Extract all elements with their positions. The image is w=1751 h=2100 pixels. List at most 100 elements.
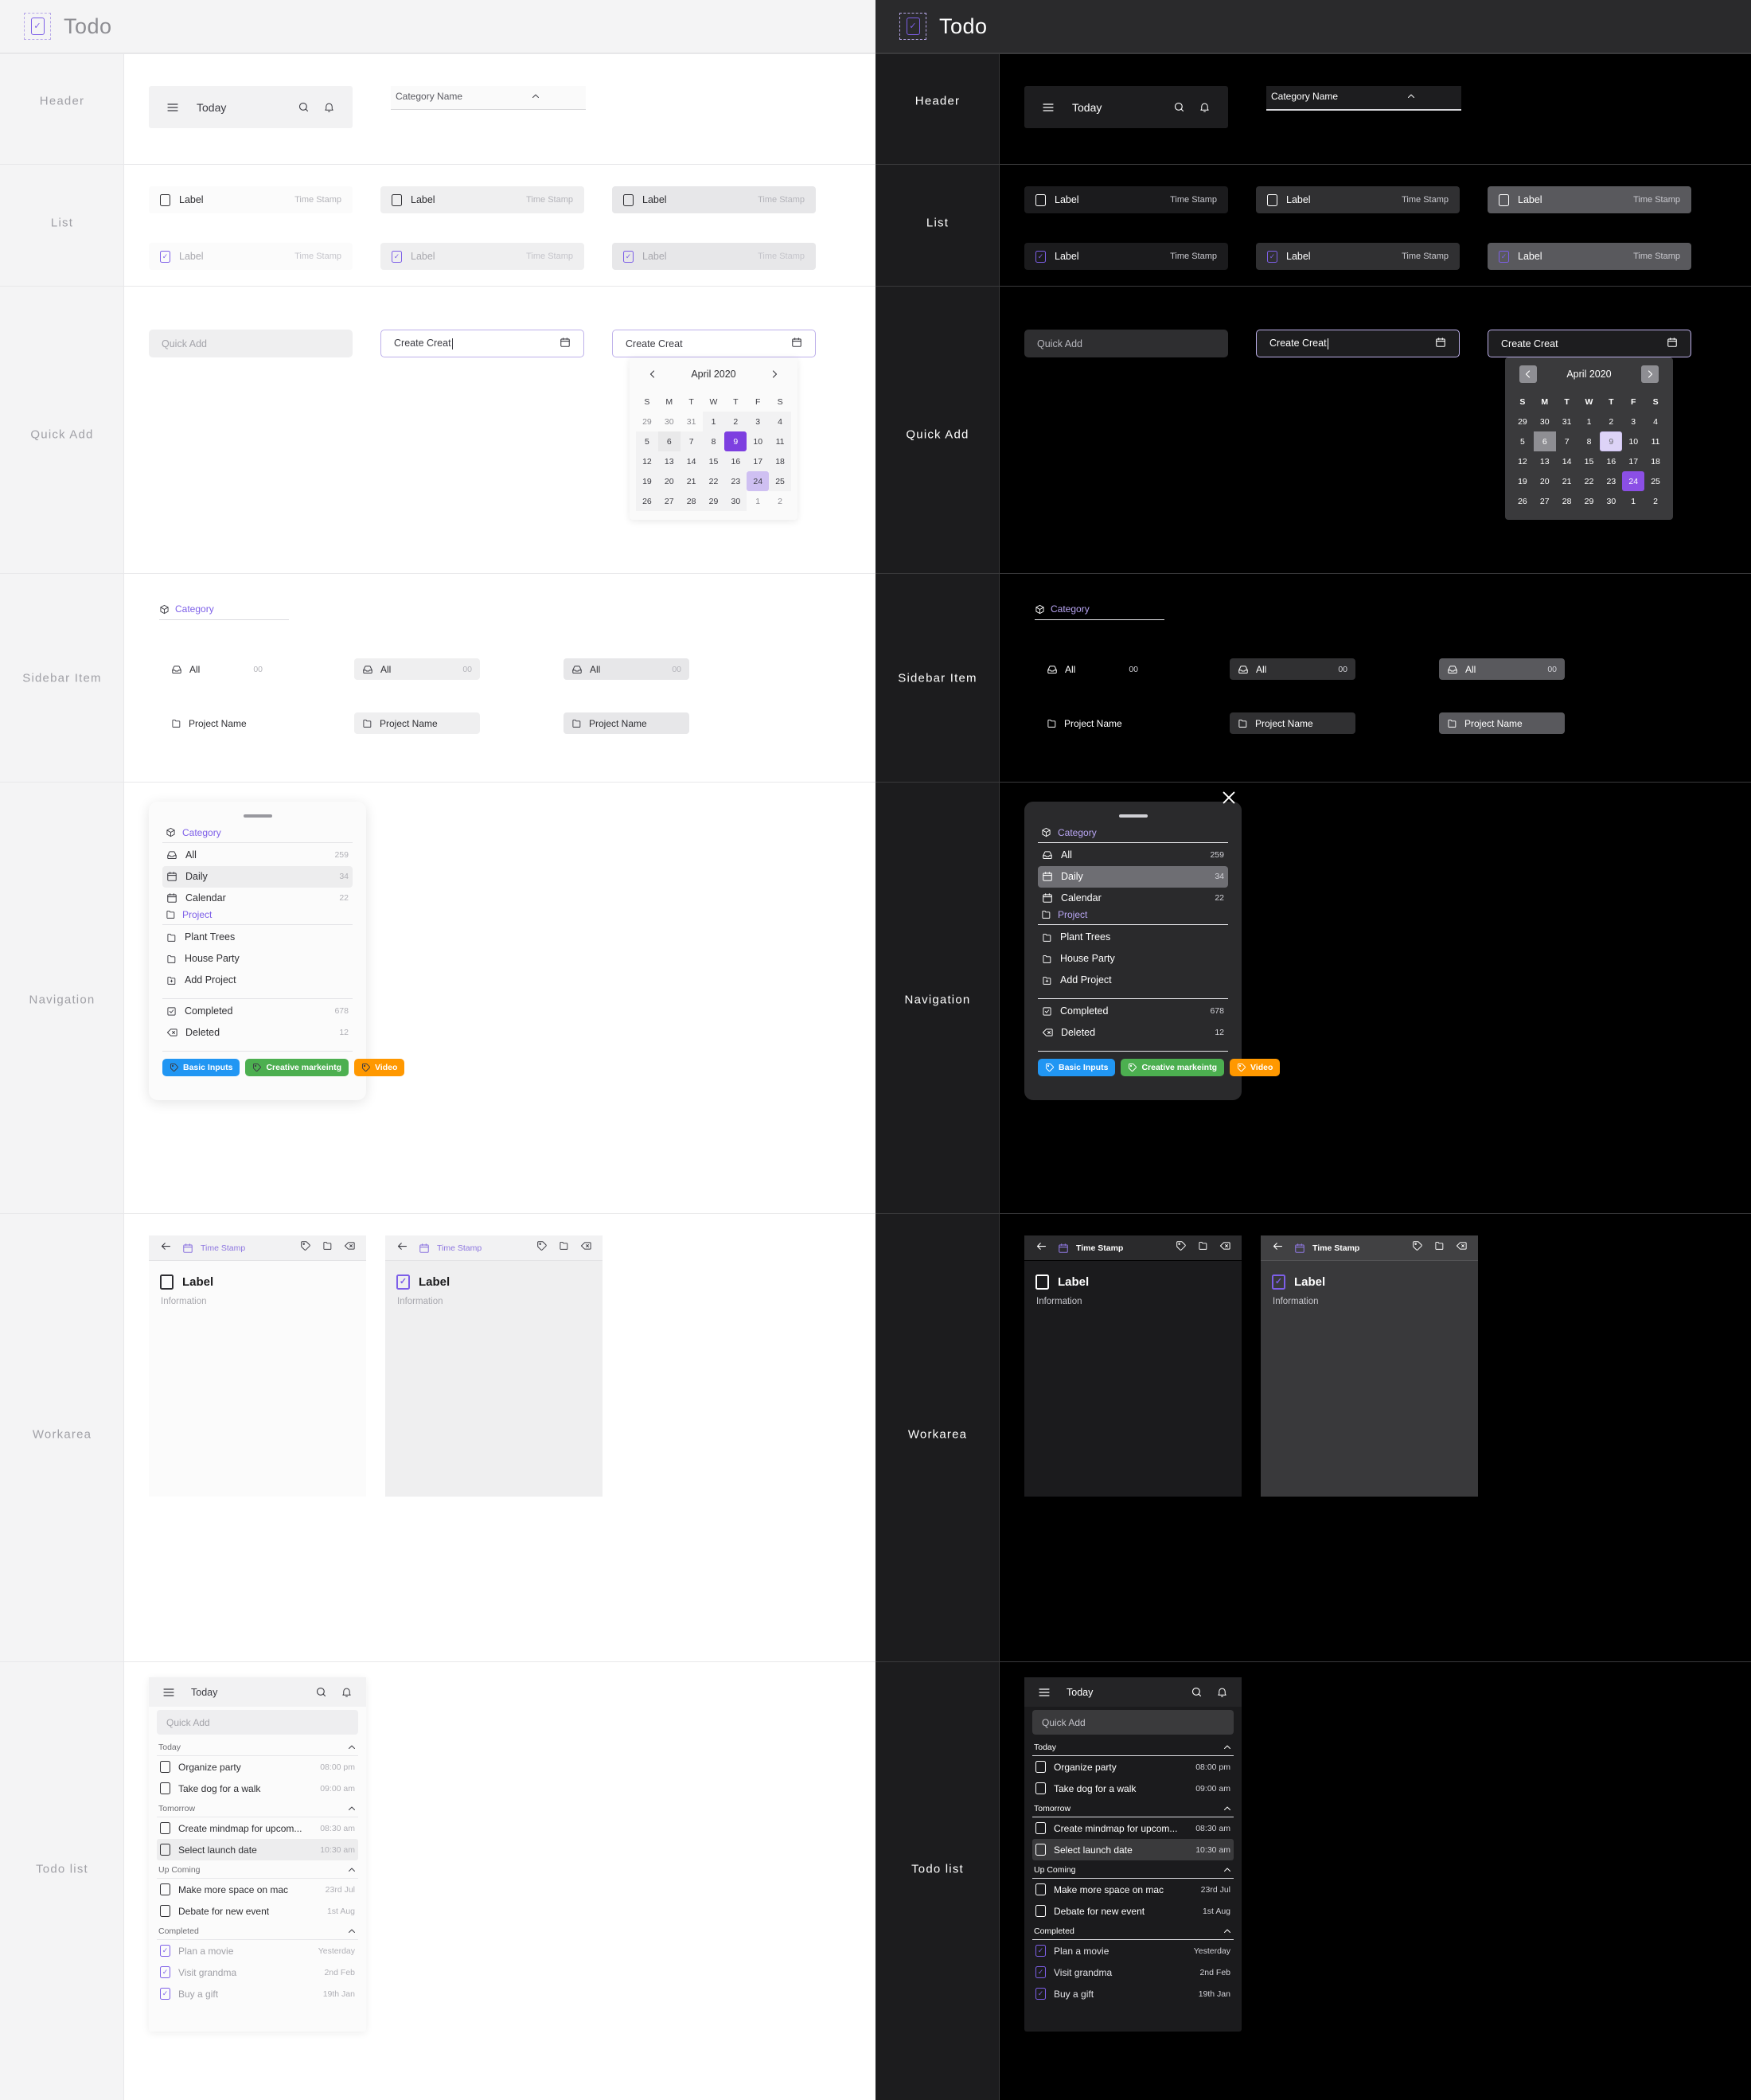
sidebar-item-all[interactable]: All 00 [1230,658,1355,680]
checkbox-checked-icon[interactable] [1035,1988,1046,2000]
back-button[interactable] [160,1240,172,1256]
calendar-day[interactable]: 9 [1600,431,1623,451]
nav-item-add-project[interactable]: Add Project [162,970,353,991]
checkbox-checked-icon[interactable] [160,1945,170,1957]
calendar-day[interactable]: 24 [1622,471,1645,491]
sidebar-item-project[interactable]: Project Name [354,712,480,734]
nav-item-daily[interactable]: Daily 34 [1038,865,1228,888]
calendar-day[interactable]: 30 [658,412,681,431]
calendar-day[interactable]: 23 [1600,471,1622,491]
calendar-day[interactable]: 22 [1578,471,1601,491]
calendar-day[interactable]: 3 [1622,412,1644,431]
todo-group-header[interactable]: Up Coming [157,1860,358,1878]
list-row[interactable]: Label Time Stamp [149,243,353,270]
checkbox-icon[interactable] [1035,1844,1046,1856]
calendar-day[interactable]: 16 [724,451,747,471]
delete-button[interactable] [580,1240,591,1255]
calendar-day[interactable]: 13 [1534,451,1556,471]
tag-chip[interactable]: Basic Inputs [1038,1058,1116,1076]
list-row[interactable]: Label Time Stamp [1024,243,1228,270]
nav-item-plant-trees[interactable]: Plant Trees [1038,927,1228,948]
calendar-day[interactable]: 18 [769,451,791,471]
calendar-day[interactable]: 18 [1644,451,1667,471]
todo-group-header[interactable]: Tomorrow [1032,1799,1234,1817]
drag-handle[interactable] [243,814,272,818]
calendar-day[interactable]: 10 [747,431,770,451]
nav-item-daily[interactable]: Daily 34 [162,865,353,888]
delete-button[interactable] [1219,1240,1230,1255]
checkbox-checked-icon[interactable] [160,1988,170,2000]
checkbox-icon[interactable] [1035,1274,1049,1290]
list-row[interactable]: Label Time Stamp [149,186,353,213]
calendar-day[interactable]: 24 [747,471,770,491]
calendar-day[interactable]: 1 [1622,491,1644,511]
calendar-icon-button[interactable] [560,337,571,350]
checkbox-checked-icon[interactable] [1035,250,1046,263]
calendar-prev-button[interactable] [1519,365,1537,383]
calendar-icon-button[interactable] [791,337,802,350]
calendar-next-button[interactable] [1640,365,1659,383]
sidebar-item-project[interactable]: Project Name [1039,712,1146,734]
sidebar-item-project[interactable]: Project Name [564,712,689,734]
calendar-day[interactable]: 7 [1556,431,1578,451]
nav-item-calendar[interactable]: Calendar 22 [1038,888,1228,909]
folder-button[interactable] [322,1240,333,1255]
close-button[interactable] [1220,789,1238,810]
calendar-next-button[interactable] [766,365,783,383]
calendar-day[interactable]: 29 [636,412,658,431]
checkbox-icon[interactable] [160,1274,174,1290]
calendar-day[interactable]: 13 [657,451,681,471]
sidebar-item-all[interactable]: All 00 [564,658,689,680]
checkbox-checked-icon[interactable] [160,250,170,263]
calendar-day[interactable]: 9 [724,431,747,451]
nav-item-deleted[interactable]: Deleted 12 [1038,1022,1228,1044]
tag-button[interactable] [1176,1240,1187,1255]
tag-chip[interactable]: Video [1229,1058,1281,1076]
todo-row[interactable]: Take dog for a walk 09:00 am [157,1778,358,1799]
calendar-day[interactable]: 1 [747,491,769,511]
calendar-day[interactable]: 17 [747,451,770,471]
checkbox-icon[interactable] [1035,1761,1046,1773]
todo-row[interactable]: Buy a gift 19th Jan [157,1983,358,2004]
calendar-day[interactable]: 27 [657,491,681,511]
calendar-day[interactable]: 27 [1534,491,1556,511]
calendar-day[interactable]: 30 [1534,412,1556,431]
tag-chip[interactable]: Creative markeintg [1121,1058,1224,1076]
calendar-day[interactable]: 14 [680,451,703,471]
calendar-day[interactable]: 30 [724,491,747,511]
drag-handle[interactable] [1118,814,1148,818]
checkbox-checked-icon[interactable] [160,1966,170,1978]
calendar-day[interactable]: 23 [724,471,747,491]
checkbox-checked-icon[interactable] [1499,250,1509,263]
list-row[interactable]: Label Time Stamp [612,243,816,270]
calendar-day[interactable]: 29 [702,491,725,511]
checkbox-icon[interactable] [1035,193,1046,206]
checkbox-checked-icon[interactable] [623,250,634,263]
nav-item-completed[interactable]: Completed 678 [162,1001,353,1022]
category-select[interactable]: Category Name [391,86,586,110]
create-task-input-with-picker[interactable]: Create Creat [1488,330,1691,357]
checkbox-icon[interactable] [1035,1822,1046,1834]
checkbox-icon[interactable] [160,1844,170,1856]
todo-row[interactable]: Buy a gift 19th Jan [1032,1983,1234,2004]
checkbox-icon[interactable] [1267,193,1277,206]
todo-row[interactable]: Plan a movie Yesterday [157,1940,358,1961]
calendar-day[interactable]: 2 [724,412,747,431]
list-row[interactable]: Label Time Stamp [1024,186,1228,213]
tag-button[interactable] [536,1240,548,1255]
list-row[interactable]: Label Time Stamp [1256,243,1460,270]
list-row[interactable]: Label Time Stamp [1256,186,1460,213]
todo-group-header[interactable]: Today [1032,1738,1234,1755]
calendar-day[interactable]: 20 [657,471,681,491]
calendar-day[interactable]: 2 [1600,412,1622,431]
calendar-day[interactable]: 12 [636,451,658,471]
sidebar-item-all[interactable]: All 00 [1039,658,1146,680]
back-button[interactable] [1272,1240,1284,1256]
calendar-day[interactable]: 31 [681,412,703,431]
calendar-day[interactable]: 28 [680,491,703,511]
sidebar-item-all[interactable]: All 00 [354,658,480,680]
nav-item-plant-trees[interactable]: Plant Trees [162,927,353,948]
checkbox-icon[interactable] [623,193,634,206]
tag-chip[interactable]: Creative markeintg [245,1058,349,1076]
todo-row[interactable]: Debate for new event 1st Aug [1032,1900,1234,1922]
